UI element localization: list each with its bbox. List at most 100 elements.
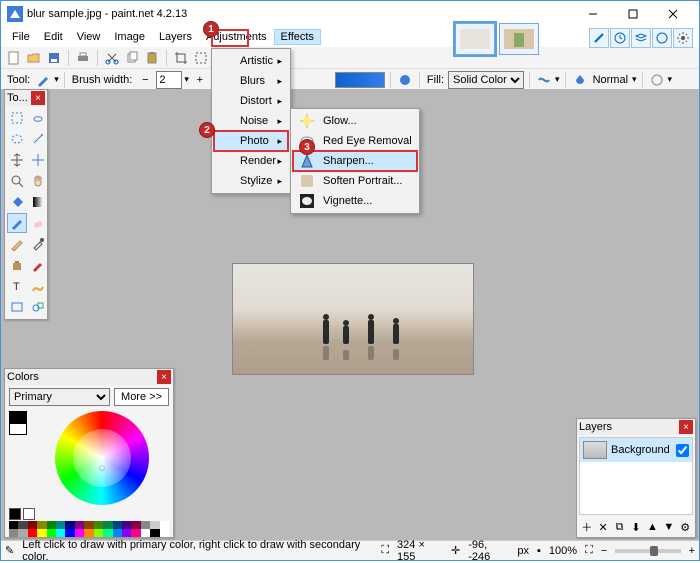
tools-toggle-icon[interactable] [589,28,609,48]
effects-distort[interactable]: Distort▸ [214,91,288,111]
tool-brush[interactable] [7,213,27,233]
layer-up-icon[interactable]: ▲ [645,519,660,535]
colors-toggle-icon[interactable] [652,28,672,48]
zoom-out-icon[interactable]: − [601,545,607,557]
layer-add-icon[interactable]: ＋ [579,519,594,535]
history-toggle-icon[interactable] [610,28,630,48]
status-units[interactable]: px [517,545,529,557]
deselect-icon[interactable] [192,49,210,67]
zoom-fit-icon[interactable]: ⛶ [585,544,593,557]
color-mode-select[interactable]: Primary [9,388,110,406]
menu-edit[interactable]: Edit [37,29,70,45]
layer-dup-icon[interactable]: ⧉ [612,519,627,535]
layers-panel-title: Layers [579,421,612,433]
effects-blurs[interactable]: Blurs▸ [214,71,288,91]
tool-shapes[interactable] [28,297,48,317]
brush-dec-icon[interactable]: − [136,71,154,89]
tool-label: Tool: [7,74,30,86]
tool-line[interactable] [28,276,48,296]
tool-text[interactable]: T [7,276,27,296]
style-icon[interactable] [535,71,553,89]
photo-sharpen[interactable]: Sharpen... [293,151,417,171]
tool-recolor[interactable] [28,255,48,275]
minimize-button[interactable] [573,2,613,26]
tools-close-icon[interactable]: × [31,91,45,105]
primary-secondary-swatches[interactable] [9,411,27,505]
layers-toggle-icon[interactable] [631,28,651,48]
app-icon [7,6,23,22]
tool-wand[interactable] [28,129,48,149]
colors-close-icon[interactable]: × [157,370,171,384]
layer-merge-icon[interactable]: ⬇ [628,519,643,535]
tool-clone[interactable] [7,255,27,275]
color-palette[interactable] [9,521,169,537]
reset-bw-icon[interactable] [23,508,35,520]
tool-picker[interactable] [28,234,48,254]
photo-vignette[interactable]: Vignette... [293,191,417,211]
tool-rect-select[interactable] [7,108,27,128]
photo-soften[interactable]: Soften Portrait... [293,171,417,191]
menu-image[interactable]: Image [107,29,152,45]
tool-zoom[interactable] [7,171,27,191]
thumbnail-1[interactable] [455,23,495,55]
copy-icon[interactable] [123,49,141,67]
color1-swatch[interactable] [335,72,385,88]
effects-stylize[interactable]: Stylize▸ [214,171,288,191]
tool-bucket[interactable] [7,192,27,212]
antialias-icon[interactable] [396,71,414,89]
menu-view[interactable]: View [70,29,108,45]
status-size: 324 × 155 [397,539,443,563]
active-tool-icon[interactable] [34,71,52,89]
new-icon[interactable] [5,49,23,67]
layer-down-icon[interactable]: ▼ [661,519,676,535]
layers-close-icon[interactable]: × [679,420,693,434]
maximize-button[interactable] [613,2,653,26]
layer-props-icon[interactable]: ⚙ [678,519,693,535]
settings-icon[interactable] [673,28,693,48]
blend-icon[interactable] [571,71,589,89]
layer-visible-checkbox[interactable] [676,444,689,457]
paste-icon[interactable] [143,49,161,67]
image-on-canvas[interactable] [233,264,473,374]
open-icon[interactable] [25,49,43,67]
swap-bw-icon[interactable] [9,508,21,520]
tool-pan[interactable] [28,171,48,191]
layer-delete-icon[interactable]: ✕ [595,519,610,535]
crop-icon[interactable] [172,49,190,67]
color-wheel[interactable] [55,411,149,505]
effects-photo[interactable]: Photo▸ [214,131,288,151]
menu-file[interactable]: File [5,29,37,45]
brush-inc-icon[interactable]: + [191,71,209,89]
menu-effects[interactable]: Effects [274,29,321,45]
effects-render[interactable]: Render▸ [214,151,288,171]
annotation-badge-3: 3 [299,139,315,155]
tool-move-sel[interactable] [28,150,48,170]
colors-panel-title: Colors [7,371,39,383]
menu-layers[interactable]: Layers [152,29,199,45]
status-bar: ✎ Left click to draw with primary color,… [1,540,699,560]
tool-gradient[interactable] [28,192,48,212]
titlebar: blur sample.jpg - paint.net 4.2.13 [1,1,699,27]
zoom-in-icon[interactable]: + [689,545,695,557]
brush-width-input[interactable] [156,71,182,89]
effects-artistic[interactable]: Artistic▸ [214,51,288,71]
close-button[interactable] [653,2,693,26]
fill-select[interactable]: Solid Color [448,71,524,89]
tool-rect[interactable] [7,297,27,317]
print-icon[interactable] [74,49,92,67]
tool-lasso[interactable] [28,108,48,128]
thumbnail-2[interactable] [499,23,539,55]
tool-pencil[interactable] [7,234,27,254]
tool-eraser[interactable] [28,213,48,233]
colors-more-button[interactable]: More >> [114,388,169,406]
save-icon[interactable] [45,49,63,67]
cut-icon[interactable] [103,49,121,67]
tool-ellipse-select[interactable] [7,129,27,149]
zoom-slider[interactable] [615,549,680,553]
photo-glow[interactable]: Glow... [293,111,417,131]
effects-noise[interactable]: Noise▸ [214,111,288,131]
tool-move[interactable] [7,150,27,170]
more-icon[interactable] [648,71,666,89]
layer-row[interactable]: Background [580,438,692,462]
brush-width-label: Brush width: [72,74,133,86]
